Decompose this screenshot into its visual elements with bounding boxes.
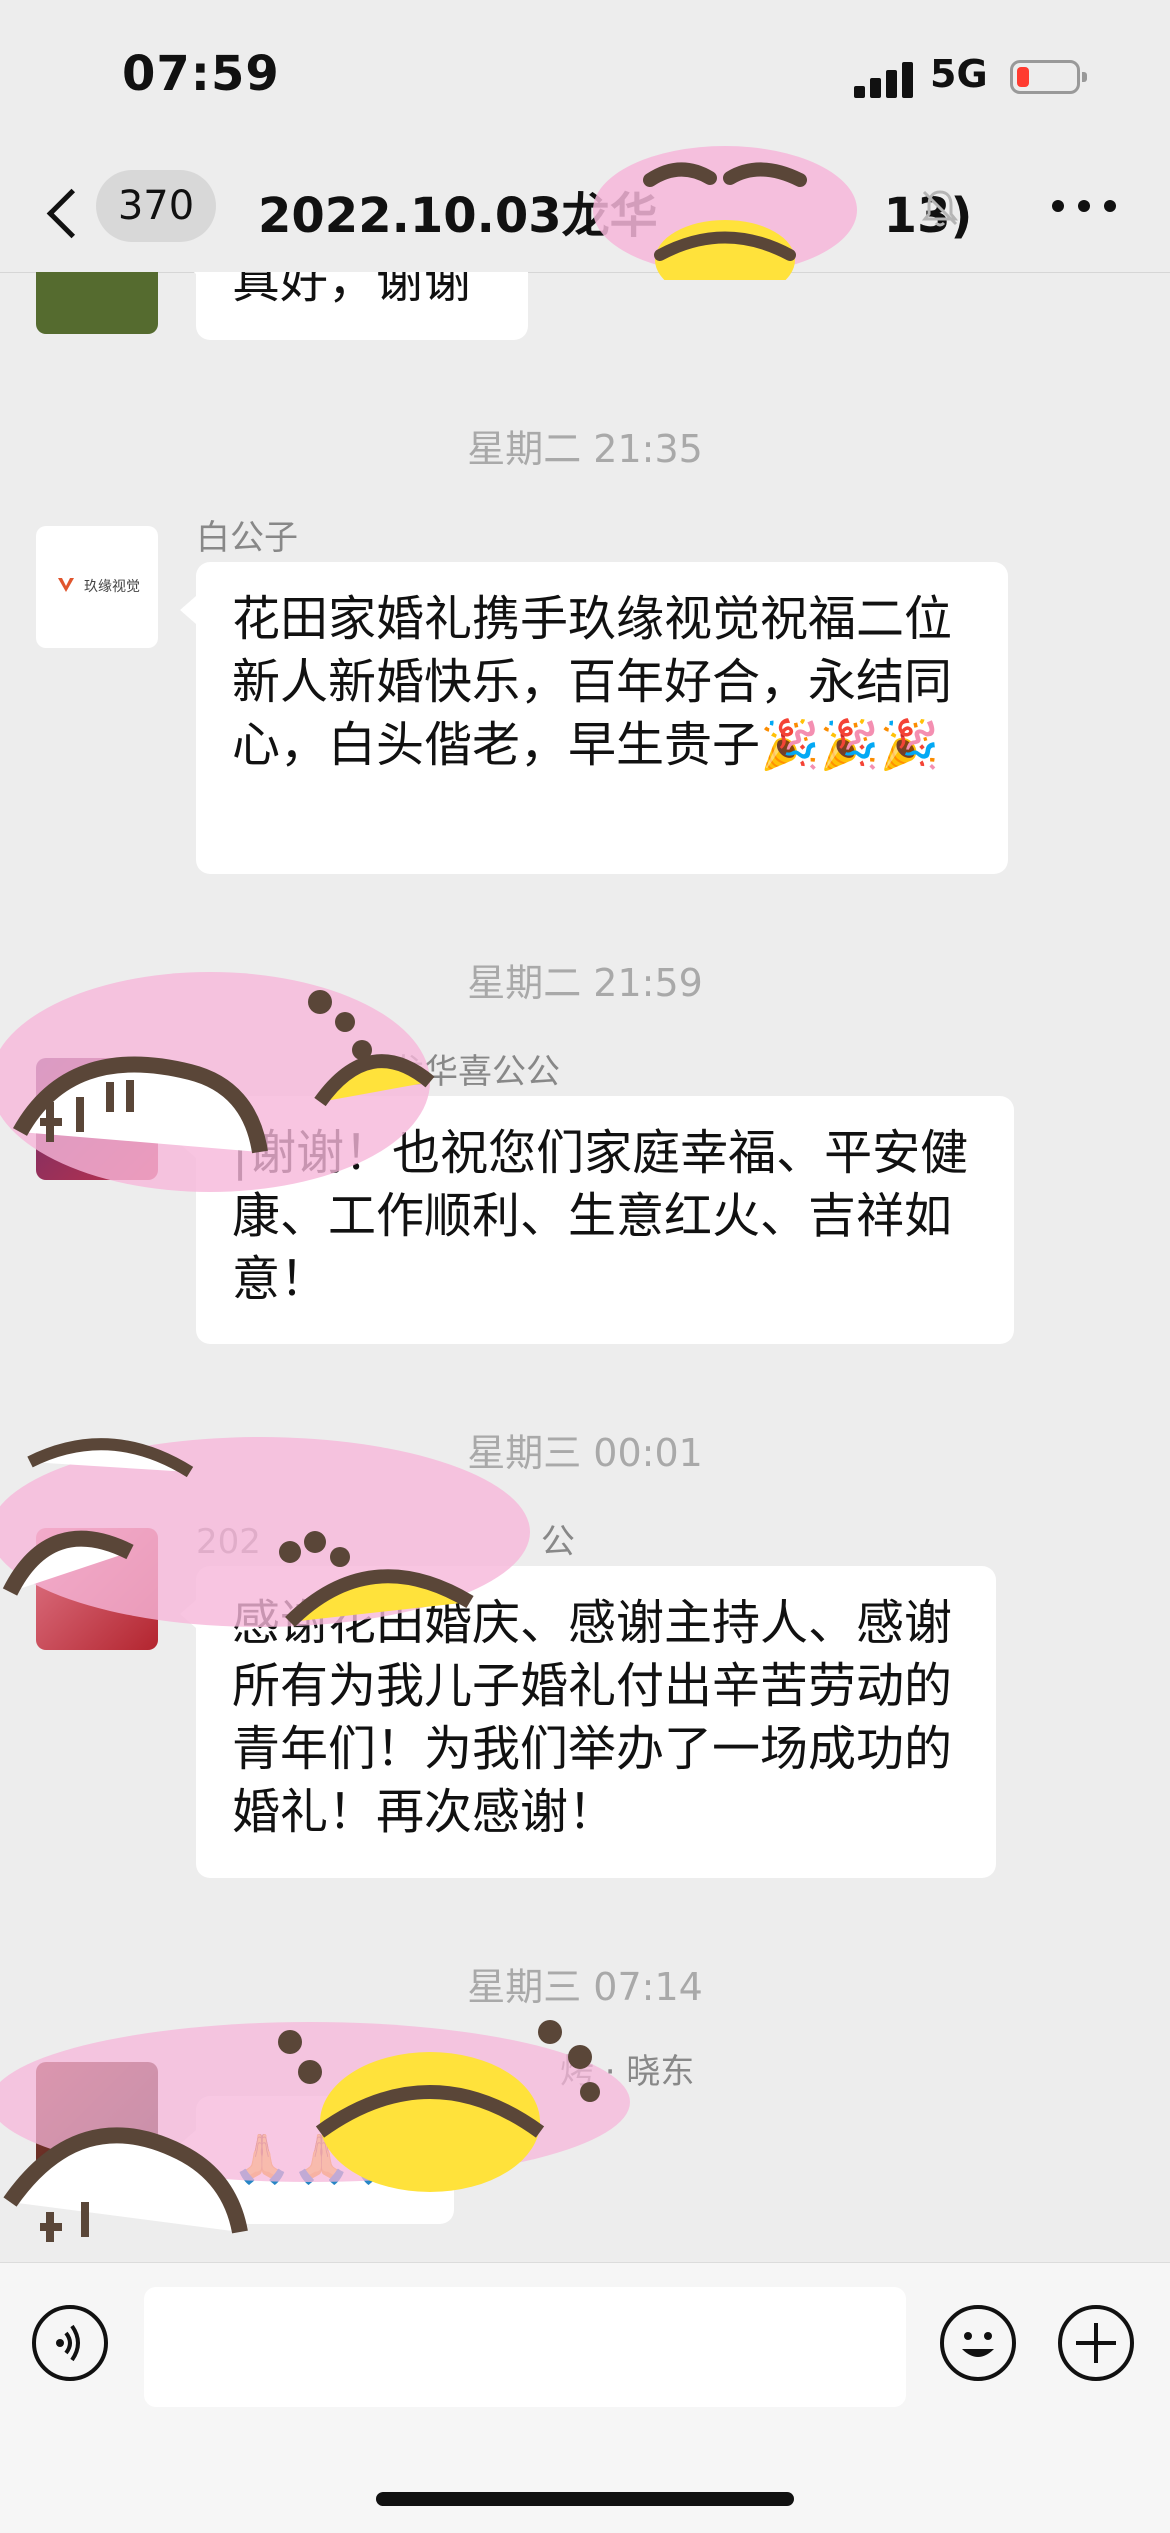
- battery-icon: [1010, 60, 1087, 94]
- timestamp: 星期三 07:14: [467, 1965, 703, 2009]
- message-text: 真好，谢谢: [232, 272, 473, 309]
- message-text: 🙏🙏🙏: [232, 2131, 412, 2187]
- chat-title: 2022.10.03龙华 13): [258, 176, 972, 246]
- sender-name: 烤 · 晓东: [560, 2052, 695, 2092]
- plus-icon[interactable]: [1058, 2305, 1134, 2381]
- message-list[interactable]: 真好，谢谢 星期二 21:35 玖缘视觉 白公子 花田家婚礼携手玖缘视觉祝福二位…: [0, 272, 1170, 2262]
- timestamp: 星期三 00:01: [467, 1431, 703, 1475]
- message-bubble[interactable]: 🙏🙏🙏: [180, 2096, 454, 2224]
- message-bubble[interactable]: 真好，谢谢: [180, 272, 528, 340]
- message-bubble[interactable]: |谢谢！也祝您们家庭幸福、平安健康、工作顺利、生意红火、吉祥如意！: [180, 1096, 1014, 1344]
- sender-name: 白公子: [196, 518, 298, 558]
- signal-icon: [854, 60, 916, 98]
- network-label: 5G: [930, 52, 988, 96]
- voice-icon[interactable]: [32, 2305, 108, 2381]
- message-bubble[interactable]: 花田家婚礼携手玖缘视觉祝福二位新人新婚快乐，百年好合，永结同心，白头偕老，早生贵…: [180, 562, 1008, 874]
- message-input[interactable]: [144, 2287, 906, 2407]
- avatar[interactable]: [36, 1058, 158, 1180]
- status-bar: 07:59 5G: [0, 0, 1170, 150]
- status-time: 07:59: [122, 46, 280, 102]
- chat-header: 370 2022.10.03龙华 13): [0, 146, 1170, 280]
- bell-muted-icon: [921, 190, 959, 227]
- sender-name-suffix: 公: [540, 1522, 575, 1562]
- chat-title-text: 2022.10.03龙华: [258, 188, 658, 244]
- emoji-icon[interactable]: [940, 2305, 1016, 2381]
- chevron-left-icon[interactable]: [40, 180, 90, 240]
- avatar[interactable]: [36, 2062, 158, 2184]
- sender-name: 龙华喜公公: [390, 1052, 560, 1092]
- sender-name: 202 公: [196, 1514, 575, 1563]
- message-text: |谢谢！也祝您们家庭幸福、平安健康、工作顺利、生意红火、吉祥如意！: [232, 1125, 969, 1307]
- home-indicator[interactable]: [376, 2492, 794, 2506]
- unread-badge[interactable]: 370: [96, 170, 216, 242]
- message-text: 花田家婚礼携手玖缘视觉祝福二位新人新婚快乐，百年好合，永结同心，白头偕老，早生贵…: [232, 591, 953, 773]
- message-text: 感谢花田婚庆、感谢主持人、感谢所有为我儿子婚礼付出辛苦劳动的青年们！为我们举办了…: [232, 1595, 953, 1840]
- more-horizontal-icon[interactable]: [1052, 200, 1122, 216]
- avatar[interactable]: [36, 272, 158, 334]
- timestamp: 星期二 21:35: [467, 427, 703, 471]
- avatar-text: 玖缘视觉: [84, 579, 140, 595]
- timestamp: 星期二 21:59: [467, 961, 703, 1005]
- avatar[interactable]: [36, 1528, 158, 1650]
- avatar[interactable]: 玖缘视觉: [36, 526, 158, 648]
- message-bubble[interactable]: 感谢花田婚庆、感谢主持人、感谢所有为我儿子婚礼付出辛苦劳动的青年们！为我们举办了…: [180, 1566, 996, 1878]
- sender-name-prefix: 202: [196, 1522, 261, 1562]
